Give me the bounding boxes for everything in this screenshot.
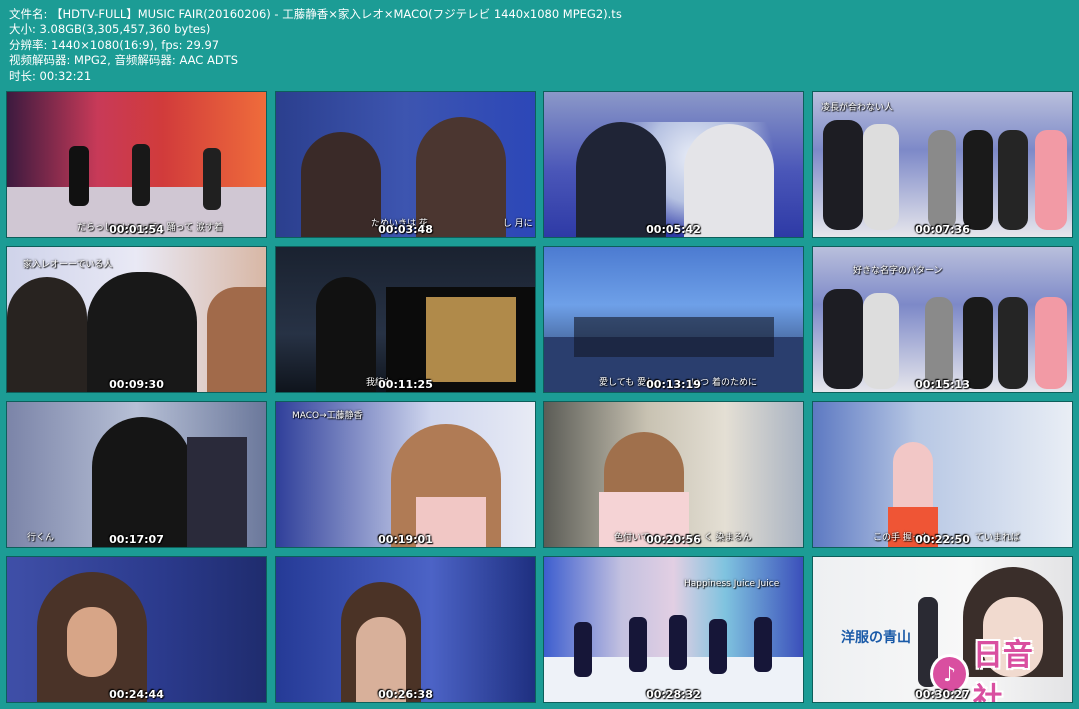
thumbnail[interactable]: ためいきは 花 し 月に 愛えて 00:03:48 <box>275 91 536 238</box>
timestamp-label: 00:19:01 <box>378 533 433 546</box>
file-name: 文件名: 【HDTV-FULL】MUSIC FAIR(20160206) - 工… <box>9 7 622 21</box>
thumbnail[interactable]: 色付いて く 染まるん 00:20:56 <box>543 401 804 548</box>
thumbnail[interactable]: 我統も 00:11:25 <box>275 246 536 393</box>
thumbnail[interactable]: 好きな名字のパターン 00:15:13 <box>812 246 1073 393</box>
codec-info: 视频解码器: MPG2, 音频解码器: AAC ADTS <box>9 53 239 68</box>
file-size: 大小: 3.08GB(3,305,457,360 bytes) <box>9 22 211 37</box>
thumbnail[interactable]: 家入レオーーでいる人 00:09:30 <box>6 246 267 393</box>
timestamp-label: 00:09:30 <box>109 378 164 391</box>
timestamp-label: 00:30:27 <box>915 688 970 701</box>
thumbnail[interactable]: 洋服の青山 ♪ 日音社 00:30:27 <box>812 556 1073 703</box>
subtitle-text: 凌長が合わない人 <box>821 103 894 113</box>
video-duration: 时长: 00:32:21 <box>9 68 92 83</box>
timestamp-label: 00:24:44 <box>109 688 164 701</box>
timestamp-label: 00:07:36 <box>915 223 970 236</box>
thumbnail[interactable]: 行くん 00:17:07 <box>6 401 267 548</box>
subtitle-text: Happiness Juice Juice <box>684 579 780 589</box>
timestamp-label: 00:01:54 <box>109 223 164 236</box>
thumbnail[interactable]: だらっしゃい…って 踊って 涙す着 00:01:54 <box>6 91 267 238</box>
file-info-panel: 文件名: 【HDTV-FULL】MUSIC FAIR(20160206) - 工… <box>9 7 622 84</box>
timestamp-label: 00:20:56 <box>646 533 701 546</box>
timestamp-label: 00:03:48 <box>378 223 433 236</box>
thumbnail[interactable]: この手 握った ていまれば 00:22:50 <box>812 401 1073 548</box>
thumbnail[interactable]: Happiness Juice Juice 00:28:32 <box>543 556 804 703</box>
logo-text: 日音社 <box>972 638 1033 703</box>
thumbnail[interactable]: 00:24:44 <box>6 556 267 703</box>
timestamp-label: 00:15:13 <box>915 378 970 391</box>
thumbnail[interactable]: 凌長が合わない人 00:07:36 <box>812 91 1073 238</box>
timestamp-label: 00:22:50 <box>915 533 970 546</box>
subtitle-text: 好きな名字のパターン <box>853 266 943 276</box>
timestamp-label: 00:13:19 <box>646 378 701 391</box>
subtitle-text: MACO→工藤静香 <box>292 411 363 421</box>
video-resolution: 分辨率: 1440×1080(16:9), fps: 29.97 <box>9 37 220 52</box>
timestamp-label: 00:05:42 <box>646 223 701 236</box>
subtitle-text: 行くん <box>27 533 55 543</box>
timestamp-label: 00:17:07 <box>109 533 164 546</box>
timestamp-label: 00:26:38 <box>378 688 433 701</box>
timestamp-label: 00:11:25 <box>378 378 433 391</box>
thumbnail[interactable]: MACO→工藤静香 00:19:01 <box>275 401 536 548</box>
subtitle-text: 家入レオーーでいる人 <box>23 260 113 270</box>
timestamp-label: 00:28:32 <box>646 688 701 701</box>
thumbnail-grid: だらっしゃい…って 踊って 涙す着 00:01:54 ためいきは 花 し 月に … <box>6 91 1074 705</box>
thumbnail[interactable]: 愛しても 愛し いつ 着のために 00:13:19 <box>543 246 804 393</box>
thumbnail[interactable]: 00:05:42 <box>543 91 804 238</box>
ad-text: 洋服の青山 <box>841 630 911 646</box>
thumbnail[interactable]: 00:26:38 <box>275 556 536 703</box>
